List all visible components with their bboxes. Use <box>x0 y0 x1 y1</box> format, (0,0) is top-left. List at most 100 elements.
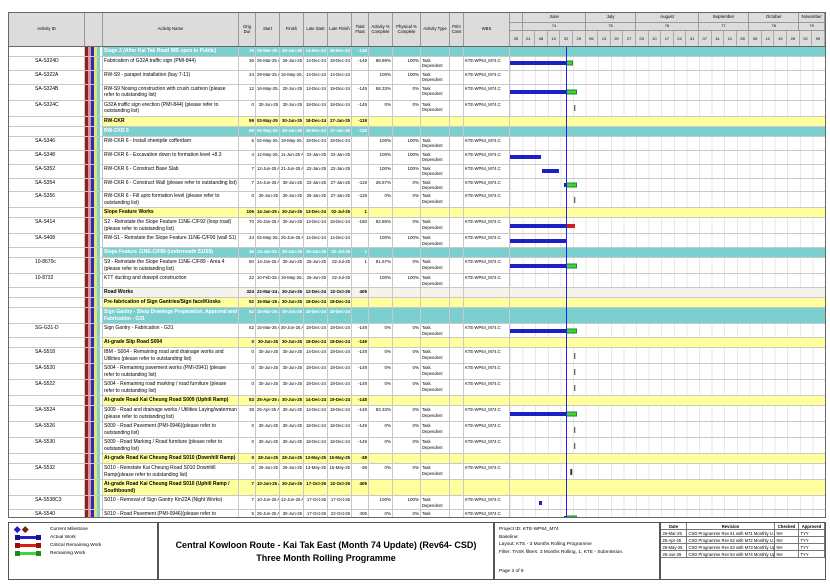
cell-pp: 0% <box>393 464 421 479</box>
cell-wbs: KTE-WP64_M74.C <box>464 258 510 273</box>
group-band-row: Slope Feature Works10614-Jan-25 A30-Jun-… <box>9 208 825 218</box>
cell-pp: 100% <box>393 234 421 247</box>
project-info-line: Project ID: KTE-WP64_M74 <box>499 526 655 534</box>
cell-pc <box>450 364 464 379</box>
cell-pp: 0% <box>393 406 421 421</box>
gantt-row-canvas <box>510 298 825 307</box>
cell-d: 0 <box>239 464 256 479</box>
legend-label: Current Milestone <box>50 527 88 532</box>
col-header-wbs: WBS <box>464 13 510 46</box>
cell-ap: 83.33% <box>369 406 393 421</box>
project-info-line: Layout: KTE - 3 Months Rolling Programme <box>499 541 655 549</box>
cell-ls: 17-Oct-26 <box>304 510 328 517</box>
cell-d: 36 <box>239 248 256 257</box>
cell-s: 16-May-25 A <box>256 85 280 100</box>
gantt-row-canvas <box>510 101 825 116</box>
cell-f: 11-Jun-25 A <box>280 151 304 164</box>
cell-id <box>9 117 85 126</box>
project-info-line: Filter: TASK filters: 3 Months Rolling, … <box>499 549 655 557</box>
cell-s: 10-Jun-25 A <box>256 480 280 495</box>
cell-at: Task Dependent <box>421 348 450 363</box>
cell-pc <box>450 510 464 517</box>
cell-lf: 27-Jan-25 <box>328 192 352 207</box>
cell-pc <box>450 117 464 126</box>
cell-d: 0 <box>239 364 256 379</box>
cell-f: 30-Jun-25 A <box>280 324 304 337</box>
cell-tf: 405 <box>352 480 369 495</box>
cell-tf: 1 <box>352 208 369 217</box>
cell-ls: 18-Dec-24 <box>304 438 328 453</box>
group-band-row: Stage 2 (After Kai Tak Road WB open to P… <box>9 47 825 57</box>
cell-ap: 91.67% <box>369 258 393 273</box>
cell-s: 02-May-25 A <box>256 234 280 247</box>
activity-row: SA-S324DFabrication of G32A traffic sign… <box>9 57 825 71</box>
activity-row: SA-S530S009 - Road Marking / Road furnit… <box>9 438 825 454</box>
week-tick: 15 <box>548 31 561 46</box>
cell-id: SA-S532 <box>9 464 85 479</box>
col-header-tf: Total Float <box>352 13 369 46</box>
cell-lf: 19-Dec-24 <box>328 396 352 405</box>
cell-wbs: KTE-WP64_M74.C <box>464 85 510 100</box>
cell-at <box>421 47 450 56</box>
cell-ls: 17-Oct-26 <box>304 480 328 495</box>
cell-tf: -149 <box>352 338 369 347</box>
revision-cell: 25-Mar-25 <box>661 530 687 536</box>
gantt-bar-actual <box>510 239 566 243</box>
cell-pp: 100% <box>393 71 421 84</box>
week-tick: 09 <box>812 31 825 46</box>
cell-f: 30-Jun-25 <box>280 406 304 421</box>
cell-wbs <box>464 117 510 126</box>
cell-pp <box>393 248 421 257</box>
cell-tf: -149 <box>352 348 369 363</box>
actual-bar-swatch <box>15 536 45 539</box>
cell-name: RW-CKR 6 <box>103 127 239 136</box>
cell-id: SA-S324C <box>9 101 85 116</box>
cell-id: SA-S522 <box>9 380 85 395</box>
cell-at <box>421 248 450 257</box>
week-tick: 06 <box>586 31 599 46</box>
cell-s: 15-Mar-25 A <box>256 324 280 337</box>
cell-name: At-grade Road Kai Cheung Road S009 (Uphi… <box>103 396 239 405</box>
cell-stripe <box>85 85 103 100</box>
cell-id: 10-8670c <box>9 258 85 273</box>
revision-cell: 25-Apr-25 <box>661 537 687 543</box>
cell-f: 19-May-25 A <box>280 137 304 150</box>
cell-stripe <box>85 179 103 192</box>
cell-f: 12-Jun-25 A <box>280 496 304 509</box>
cell-pc <box>450 101 464 116</box>
gantt-milestone-tick <box>570 469 572 475</box>
cell-wbs: KTE-WP64_M74.C <box>464 406 510 421</box>
cell-wbs: KTE-WP64_M74.C <box>464 380 510 395</box>
cell-lf: 18-Dec-24 <box>328 348 352 363</box>
cell-f: 21-Jun-25 A <box>280 165 304 178</box>
cell-stripe <box>85 406 103 421</box>
cell-tf: -119 <box>352 127 369 136</box>
cell-lf: 17-Oct-26 <box>328 496 352 509</box>
cell-at: Task Dependent <box>421 496 450 509</box>
cell-ap: 88.89% <box>369 57 393 70</box>
cell-ap <box>369 396 393 405</box>
cell-s: 30-Jun-25 <box>256 364 280 379</box>
gantt-row-canvas <box>510 192 825 207</box>
col-header-d: Orig Dur <box>239 13 256 46</box>
cell-ls: 18-Dec-24 <box>304 364 328 379</box>
cell-f: 28-Jun-25 <box>280 454 304 463</box>
cell-id: SA-S356 <box>9 192 85 207</box>
cell-lf: 22-Oct-26 <box>328 288 352 297</box>
cell-wbs: KTE-WP64_M74.C <box>464 234 510 247</box>
cell-wbs: KTE-WP64_M74.C <box>464 165 510 178</box>
cell-ap <box>369 127 393 136</box>
gantt-row-canvas <box>510 218 825 233</box>
cell-stripe <box>85 248 103 257</box>
cell-ls: 18-Dec-24 <box>304 117 328 126</box>
cell-id: SA-S538C3 <box>9 496 85 509</box>
cell-tf <box>352 165 369 178</box>
cell-s: 10-Feb-25 A <box>256 274 280 287</box>
revision-row: 25-Jun-25CSD Programme Rev 64 with M74 M… <box>661 551 825 558</box>
cell-pc <box>450 85 464 100</box>
cell-d: 60 <box>239 258 256 273</box>
cell-f: 30-Jun-25 <box>280 47 304 56</box>
cell-ls: 22-Jan-25 <box>304 151 328 164</box>
cell-ap <box>369 117 393 126</box>
cell-pc <box>450 308 464 323</box>
